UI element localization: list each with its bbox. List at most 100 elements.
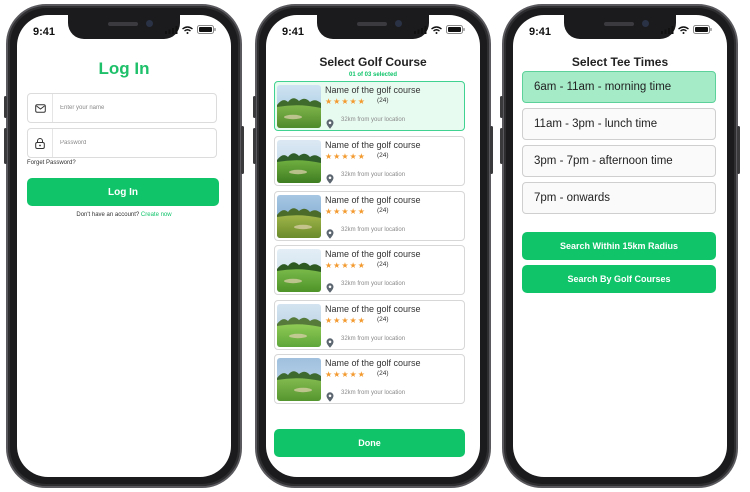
tee-slot-afternoon[interactable]: 3pm - 7pm - afternoon time <box>522 145 716 177</box>
course-card[interactable]: Name of the golf course ★★★★★ (24) 32km fro… <box>274 245 465 295</box>
course-photo <box>277 85 321 128</box>
star-icon: ★ <box>357 316 366 325</box>
course-distance: 32km from your location <box>341 281 406 287</box>
location-pin-icon <box>326 335 334 353</box>
location-pin-icon <box>326 116 334 134</box>
notch <box>564 15 676 39</box>
course-name: Name of the golf course <box>325 358 421 368</box>
star-icon: ★ <box>357 370 366 379</box>
star-icon: ★ <box>349 261 358 270</box>
course-card[interactable]: Name of the golf course ★★★★★ (24) 32km fro… <box>274 354 465 404</box>
phone-login: 9:41 Log In Forget Password? Log In Don'… <box>4 4 244 488</box>
review-count: (24) <box>377 97 389 104</box>
course-name: Name of the golf course <box>325 195 421 205</box>
search-radius-button[interactable]: Search Within 15km Radius <box>522 232 716 260</box>
mute-switch <box>253 96 256 118</box>
signup-text: Don't have an account? <box>76 212 140 218</box>
review-count: (24) <box>377 207 389 214</box>
tee-times-screen: 9:41 Select Tee Times 6am - 11am - morni… <box>513 15 727 477</box>
star-icon: ★ <box>349 207 358 216</box>
forgot-password-link[interactable]: Forget Password? <box>27 160 76 166</box>
star-icon: ★ <box>349 97 358 106</box>
star-icon: ★ <box>341 152 350 161</box>
course-name: Name of the golf course <box>325 140 421 150</box>
signup-prompt: Don't have an account? Create now <box>17 212 231 218</box>
login-button[interactable]: Log In <box>27 178 219 206</box>
rating-stars: ★★★★★ <box>325 261 366 270</box>
rating-stars: ★★★★★ <box>325 370 366 379</box>
power-button <box>490 126 493 174</box>
create-account-link[interactable]: Create now <box>141 212 172 218</box>
wifi-icon <box>182 25 193 34</box>
star-icon: ★ <box>357 261 366 270</box>
mute-switch <box>4 96 7 118</box>
power-button <box>241 126 244 174</box>
course-distance: 32km from your location <box>341 117 406 123</box>
battery-icon <box>693 25 712 34</box>
mute-switch <box>500 96 503 118</box>
tee-slot-evening[interactable]: 7pm - onwards <box>522 182 716 214</box>
page-title: Select Golf Course <box>319 55 427 69</box>
star-icon: ★ <box>357 97 366 106</box>
rating-stars: ★★★★★ <box>325 316 366 325</box>
review-count: (24) <box>377 370 389 377</box>
volume-up-button <box>253 128 256 164</box>
course-name: Name of the golf course <box>325 249 421 259</box>
review-count: (24) <box>377 261 389 268</box>
star-icon: ★ <box>349 152 358 161</box>
course-card[interactable]: Name of the golf course ★★★★★ (24) 32km fro… <box>274 136 465 186</box>
status-time: 9:41 <box>33 26 56 38</box>
status-icons <box>165 25 216 34</box>
star-icon: ★ <box>341 261 350 270</box>
name-input[interactable] <box>53 105 203 111</box>
location-pin-icon <box>326 171 334 189</box>
star-icon: ★ <box>325 152 334 161</box>
wifi-icon <box>431 25 442 34</box>
course-name: Name of the golf course <box>325 85 421 95</box>
course-card[interactable]: Name of the golf course ★★★★★ (24) 32km fro… <box>274 191 465 241</box>
star-icon: ★ <box>341 370 350 379</box>
status-icons <box>661 25 712 34</box>
course-photo <box>277 140 321 183</box>
status-time: 9:41 <box>282 26 305 38</box>
course-photo <box>277 358 321 401</box>
login-screen: 9:41 Log In Forget Password? Log In Don'… <box>17 15 231 477</box>
power-button <box>737 126 740 174</box>
selection-count: 01 of 03 selected <box>348 72 398 78</box>
done-button[interactable]: Done <box>274 429 465 457</box>
signal-icon <box>661 25 674 34</box>
battery-icon <box>197 25 216 34</box>
course-distance: 32km from your location <box>341 172 406 178</box>
star-icon: ★ <box>325 97 334 106</box>
volume-up-button <box>4 128 7 164</box>
review-count: (24) <box>377 316 389 323</box>
rating-stars: ★★★★★ <box>325 152 366 161</box>
status-time: 9:41 <box>529 26 552 38</box>
password-input[interactable] <box>53 140 203 146</box>
battery-icon <box>446 25 465 34</box>
search-by-courses-button[interactable]: Search By Golf Courses <box>522 265 716 293</box>
course-name: Name of the golf course <box>325 304 421 314</box>
tee-slot-morning[interactable]: 6am - 11am - morning time <box>522 71 716 103</box>
star-icon: ★ <box>325 316 334 325</box>
star-icon: ★ <box>325 261 334 270</box>
star-icon: ★ <box>341 316 350 325</box>
rating-stars: ★★★★★ <box>325 97 366 106</box>
star-icon: ★ <box>349 316 358 325</box>
notch <box>317 15 429 39</box>
course-distance: 32km from your location <box>341 336 406 342</box>
phone-tee-times: 9:41 Select Tee Times 6am - 11am - morni… <box>500 4 740 488</box>
password-field[interactable] <box>27 128 217 158</box>
status-icons <box>414 25 465 34</box>
course-card[interactable]: Name of the golf course ★★★★★ (24) 32km fro… <box>274 300 465 350</box>
location-pin-icon <box>326 226 334 244</box>
wifi-icon <box>678 25 689 34</box>
name-field[interactable] <box>27 93 217 123</box>
star-icon: ★ <box>341 97 350 106</box>
signal-icon <box>165 25 178 34</box>
tee-slot-lunch[interactable]: 11am - 3pm - lunch time <box>522 108 716 140</box>
course-card[interactable]: Name of the golf course ★★★★★ (24) 32km fro… <box>274 81 465 131</box>
course-distance: 32km from your location <box>341 390 406 396</box>
star-icon: ★ <box>325 207 334 216</box>
star-icon: ★ <box>357 207 366 216</box>
